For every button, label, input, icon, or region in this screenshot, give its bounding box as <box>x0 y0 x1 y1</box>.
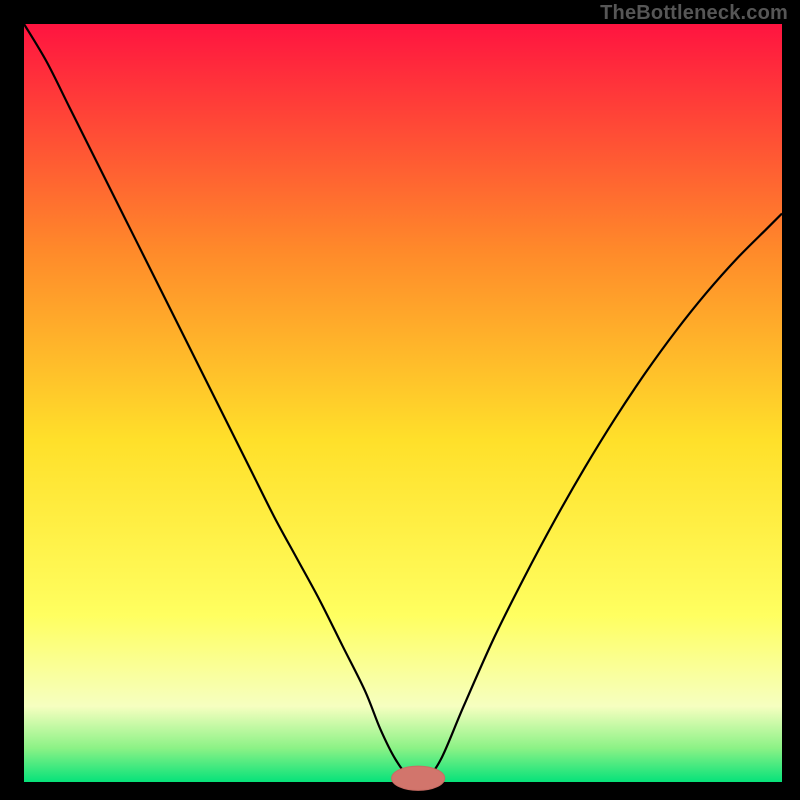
bottleneck-chart <box>0 0 800 800</box>
chart-frame: { "watermark": "TheBottleneck.com", "col… <box>0 0 800 800</box>
plot-background <box>24 24 782 782</box>
watermark-text: TheBottleneck.com <box>600 2 788 25</box>
optimal-marker <box>392 766 445 790</box>
